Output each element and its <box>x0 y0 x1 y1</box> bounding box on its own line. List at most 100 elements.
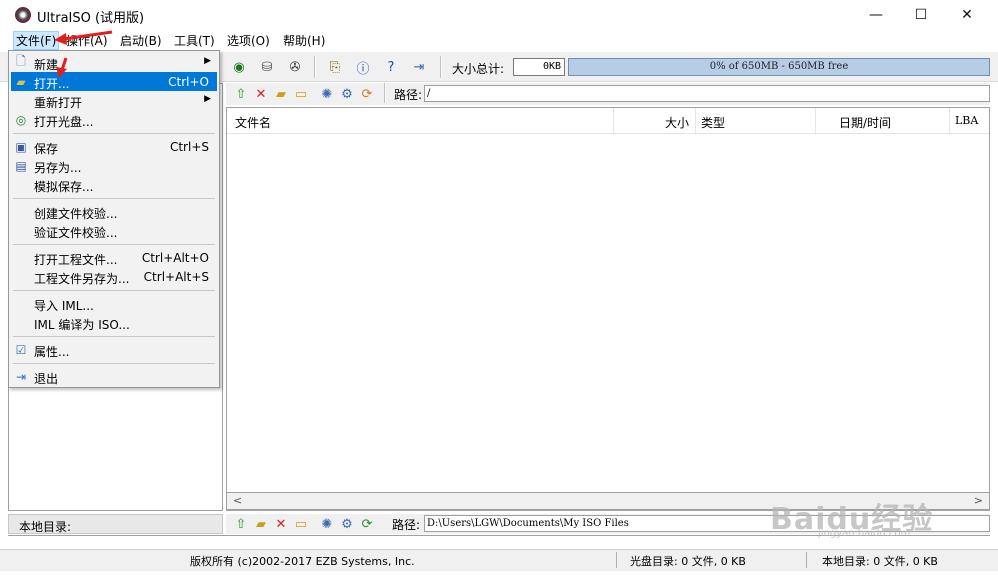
help-icon[interactable]: ? <box>382 58 400 76</box>
watermark-url: jingyan.baidu.com <box>818 528 911 539</box>
menu-item-label: 重新打开 <box>34 96 83 110</box>
burn-icon[interactable]: ◉ <box>230 58 248 76</box>
menu-item-label: 属性... <box>34 345 70 359</box>
menu-item-label: 打开光盘... <box>34 115 94 129</box>
menu-item-exit[interactable]: ⇥ 退出 <box>11 367 217 387</box>
menu-actions[interactable]: 操作(A) <box>64 32 110 49</box>
menu-item-open[interactable]: ▰ 打开... Ctrl+O <box>11 72 217 91</box>
menu-item-save-project-as[interactable]: 工程文件另存为... Ctrl+Alt+S <box>11 267 217 286</box>
new-folder-icon[interactable]: ▰ <box>272 85 290 103</box>
local-delete-icon[interactable]: ✕ <box>272 515 290 533</box>
menu-item-shortcut: Ctrl+O <box>168 75 209 89</box>
menu-item-verify-checksum[interactable]: 验证文件校验... <box>11 221 217 240</box>
file-menu-dropdown: 🗋 新建 ▶ ▰ 打开... Ctrl+O 重新打开 ▶ ◎ 打开光盘... ▣… <box>8 50 220 388</box>
status-divider <box>806 552 807 568</box>
menu-bar: 文件(F) 操作(A) 启动(B) 工具(T) 选项(O) 帮助(H) <box>0 30 998 50</box>
local-up-arrow-icon[interactable]: ⇧ <box>232 515 250 533</box>
save-as-icon: ▤ <box>15 158 27 173</box>
properties-icon: ☑ <box>15 342 27 357</box>
menu-separator <box>13 363 215 364</box>
size-total-label: 大小总计: <box>452 62 505 76</box>
local-directory-header: 本地目录: <box>8 514 223 534</box>
local-refresh-icon[interactable]: ⟳ <box>358 515 376 533</box>
menu-item-label: 创建文件校验... <box>34 207 118 221</box>
menu-item-label: 工程文件另存为... <box>34 272 130 286</box>
menu-item-save[interactable]: ▣ 保存 Ctrl+S <box>11 137 217 157</box>
column-datetime[interactable]: 日期/时间 <box>839 114 891 131</box>
rename-icon[interactable]: ▭ <box>292 85 310 103</box>
capacity-bar[interactable]: 0% of 650MB - 650MB free <box>568 58 990 76</box>
menu-file[interactable]: 文件(F) <box>12 31 60 50</box>
menu-item-label: 新建 <box>34 58 59 72</box>
exit-icon: ⇥ <box>15 369 27 384</box>
column-divider[interactable] <box>695 108 696 134</box>
menu-item-label: 退出 <box>34 372 59 386</box>
local-directory-label: 本地目录: <box>19 520 72 534</box>
menu-item-open-project[interactable]: 打开工程文件... Ctrl+Alt+O <box>11 248 217 267</box>
disc-path-field[interactable]: / <box>424 85 990 102</box>
local-add-icon[interactable]: ✺ <box>318 515 336 533</box>
menu-separator <box>13 290 215 291</box>
scroll-left-icon[interactable]: < <box>233 494 242 507</box>
menu-item-label: 另存为... <box>34 161 82 175</box>
column-divider[interactable] <box>613 108 614 134</box>
disc-dir-status: 光盘目录: 0 文件, 0 KB <box>630 555 746 568</box>
menu-tools[interactable]: 工具(T) <box>172 32 217 49</box>
title-bar: UltraISO (试用版) — ☐ ✕ <box>0 0 998 30</box>
info-icon[interactable]: ⓘ <box>354 58 372 77</box>
column-divider[interactable] <box>815 108 816 134</box>
submenu-arrow-icon: ▶ <box>204 94 211 104</box>
add-files-icon[interactable]: ✺ <box>318 85 336 103</box>
menu-item-shortcut: Ctrl+S <box>169 140 209 154</box>
toolbar-separator <box>314 56 316 78</box>
compress-icon[interactable]: ✇ <box>286 58 304 76</box>
exit-toolbar-icon[interactable]: ⇥ <box>410 58 428 76</box>
menu-separator <box>13 198 215 199</box>
scroll-right-icon[interactable]: > <box>974 494 983 507</box>
column-type[interactable]: 类型 <box>701 114 725 131</box>
menu-item-label: 保存 <box>34 142 59 156</box>
window-title: UltraISO (试用版) <box>37 11 145 26</box>
options-icon[interactable]: ⎘ <box>326 58 344 76</box>
local-rename-icon[interactable]: ▭ <box>292 515 310 533</box>
toolbar-separator <box>384 83 386 103</box>
settings-icon[interactable]: ⚙ <box>338 85 356 103</box>
menu-item-create-checksum[interactable]: 创建文件校验... <box>11 202 217 221</box>
menu-item-open-disc[interactable]: ◎ 打开光盘... <box>11 110 217 130</box>
status-divider <box>616 552 617 568</box>
local-settings-icon[interactable]: ⚙ <box>338 515 356 533</box>
menu-help[interactable]: 帮助(H) <box>281 32 327 49</box>
menu-options[interactable]: 选项(O) <box>225 32 272 49</box>
menu-item-label: 模拟保存... <box>34 180 94 194</box>
menu-item-simulate-save[interactable]: 模拟保存... <box>11 175 217 194</box>
column-filename[interactable]: 文件名 <box>235 114 271 131</box>
maximize-button[interactable]: ☐ <box>898 0 944 30</box>
open-folder-icon: ▰ <box>16 74 26 89</box>
file-list-header: 文件名 大小 类型 日期/时间 LBA <box>227 108 989 134</box>
column-size[interactable]: 大小 <box>665 114 689 131</box>
menu-item-import-iml[interactable]: 导入 IML... <box>11 294 217 313</box>
minimize-button[interactable]: — <box>853 0 899 30</box>
menu-item-label: 导入 IML... <box>34 299 94 313</box>
menu-item-properties[interactable]: ☑ 属性... <box>11 340 217 360</box>
submenu-arrow-icon: ▶ <box>204 56 211 66</box>
menu-item-compile-iml[interactable]: IML 编译为 ISO... <box>11 313 217 332</box>
menu-boot[interactable]: 启动(B) <box>118 32 164 49</box>
save-icon: ▣ <box>15 139 27 154</box>
delete-icon[interactable]: ✕ <box>252 85 270 103</box>
menu-item-label: 验证文件校验... <box>34 226 118 240</box>
menu-item-shortcut: Ctrl+Alt+S <box>143 270 209 284</box>
up-arrow-icon[interactable]: ⇧ <box>232 85 250 103</box>
virtual-drive-icon[interactable]: ⛁ <box>258 58 276 76</box>
close-button[interactable]: ✕ <box>944 0 990 30</box>
menu-item-new[interactable]: 🗋 新建 ▶ <box>11 53 217 72</box>
local-new-folder-icon[interactable]: ▰ <box>252 515 270 533</box>
menu-item-reopen[interactable]: 重新打开 ▶ <box>11 91 217 110</box>
menu-item-save-as[interactable]: ▤ 另存为... <box>11 156 217 176</box>
menu-item-label: IML 编译为 ISO... <box>34 318 130 332</box>
column-divider[interactable] <box>949 108 950 134</box>
menu-separator <box>13 244 215 245</box>
disc-file-list[interactable]: 文件名 大小 类型 日期/时间 LBA <box>226 107 990 511</box>
refresh-icon[interactable]: ⟳ <box>358 85 376 103</box>
column-lba[interactable]: LBA <box>955 114 978 127</box>
